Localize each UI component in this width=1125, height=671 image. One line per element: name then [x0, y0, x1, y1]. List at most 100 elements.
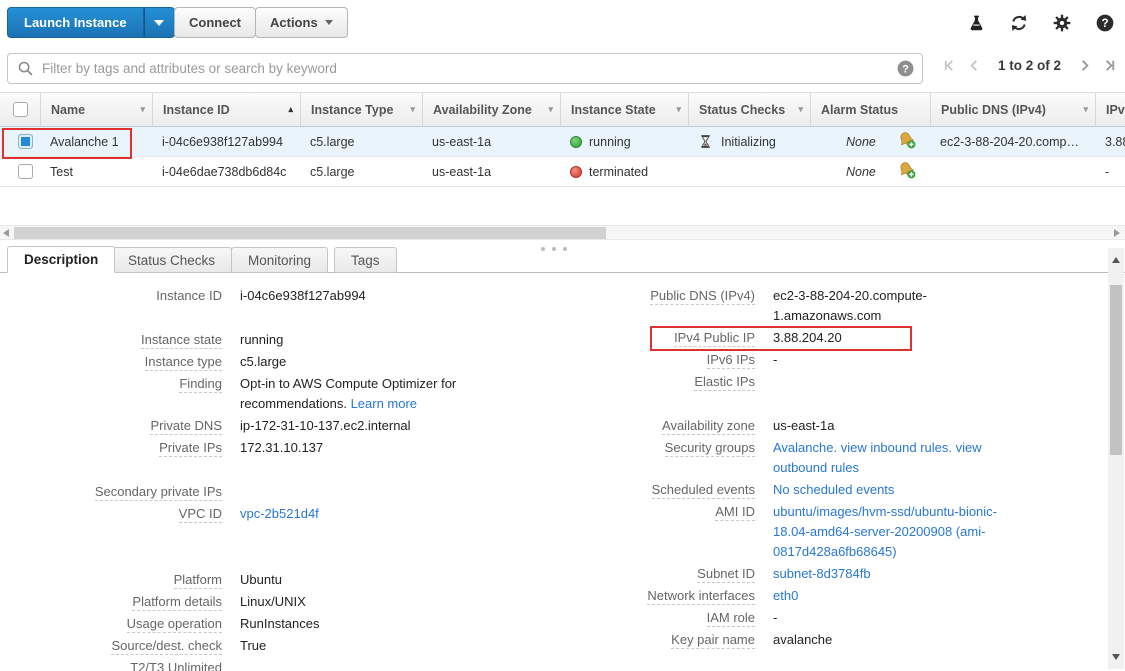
chevron-down-icon	[154, 20, 164, 26]
cell-instance-id: i-04c6e938f127ab994	[152, 127, 300, 156]
tab-description[interactable]: Description	[7, 246, 115, 273]
detail-row: Finding Opt-in to AWS Compute Optimizer …	[8, 374, 563, 414]
source-dest-check-value: True	[240, 636, 475, 656]
vertical-scrollbar-thumb[interactable]	[1110, 285, 1122, 455]
last-page-icon[interactable]	[1102, 58, 1117, 73]
column-header-instance-state[interactable]: Instance State ▾	[560, 93, 688, 126]
cell-ipv4-public-ip: -	[1095, 157, 1125, 186]
scroll-right-arrow-icon[interactable]	[1114, 229, 1120, 237]
launch-instance-button[interactable]: Launch Instance	[7, 7, 144, 38]
select-all-checkbox[interactable]	[13, 102, 28, 117]
detail-row: Private DNS ip-172-31-10-137.ec2.interna…	[8, 416, 563, 436]
cell-instance-type: c5.large	[300, 127, 422, 156]
detail-row: Instance type c5.large	[8, 352, 563, 372]
sort-caret-icon: ▾	[798, 104, 803, 115]
detail-row: Network interfaces eth0	[563, 586, 1108, 606]
detail-row: Private IPs 172.31.10.137	[8, 438, 563, 458]
cell-instance-state: terminated	[560, 157, 688, 186]
platform-details-value: Linux/UNIX	[240, 592, 475, 612]
refresh-icon[interactable]	[1009, 13, 1029, 33]
scroll-up-arrow-icon[interactable]	[1112, 257, 1120, 263]
prev-page-icon[interactable]	[967, 58, 982, 73]
table-row[interactable]: Test i-04e6dae738db6d84c c5.large us-eas…	[0, 157, 1125, 187]
create-alarm-bell-icon[interactable]	[898, 131, 916, 149]
column-header-instance-id[interactable]: Instance ID ▴	[152, 93, 300, 126]
sort-caret-icon: ▴	[288, 104, 293, 115]
availability-zone-value: us-east-1a	[773, 416, 1018, 436]
detail-row: Availability zone us-east-1a	[563, 416, 1108, 436]
next-page-icon[interactable]	[1077, 58, 1092, 73]
page-count: 1 to 2 of 2	[998, 58, 1061, 73]
create-alarm-bell-icon[interactable]	[898, 161, 916, 179]
detail-row: IAM role -	[563, 608, 1108, 628]
first-page-icon[interactable]	[942, 58, 957, 73]
scheduled-events-link[interactable]: No scheduled events	[773, 482, 894, 497]
sort-caret-icon: ▾	[140, 104, 145, 115]
column-header-availability-zone[interactable]: Availability Zone ▾	[422, 93, 560, 126]
instances-table: Name ▾ Instance ID ▴ Instance Type ▾ Ava…	[0, 92, 1125, 187]
detail-row: Elastic IPs	[563, 372, 1108, 392]
scroll-left-arrow-icon[interactable]	[3, 229, 9, 237]
cell-public-dns: ec2-3-88-204-20.comp…	[930, 127, 1095, 156]
panel-resize-handle[interactable]	[541, 247, 567, 251]
detail-row: AMI ID ubuntu/images/hvm-ssd/ubuntu-bion…	[563, 502, 1108, 562]
description-panel: Instance ID i-04c6e938f127ab994 Instance…	[0, 273, 1108, 671]
detail-row: Instance ID i-04c6e938f127ab994	[8, 286, 563, 306]
cell-instance-state: running	[560, 127, 688, 156]
detail-row: Security groups Avalanche. view inbound …	[563, 438, 1108, 478]
settings-gear-icon[interactable]	[1052, 13, 1072, 33]
security-groups-link[interactable]: Avalanche. view inbound rules. view outb…	[773, 440, 982, 475]
row-checkbox[interactable]	[18, 134, 33, 149]
actions-button[interactable]: Actions	[255, 7, 348, 38]
cell-ipv4-public-ip: 3.88.204.20	[1095, 127, 1125, 156]
horizontal-scrollbar[interactable]	[0, 225, 1125, 240]
connect-button[interactable]: Connect	[174, 7, 256, 38]
public-dns-value: ec2-3-88-204-20.compute-1.amazonaws.com	[773, 286, 1018, 326]
row-checkbox[interactable]	[18, 164, 33, 179]
filter-help-icon[interactable]: ?	[896, 59, 915, 78]
vertical-scrollbar[interactable]	[1108, 248, 1124, 669]
horizontal-scrollbar-thumb[interactable]	[14, 227, 606, 239]
scroll-down-arrow-icon[interactable]	[1112, 654, 1120, 660]
sort-caret-icon: ▾	[676, 104, 681, 115]
tab-tags[interactable]: Tags	[334, 247, 397, 273]
ipv6-ips-value: -	[773, 350, 1018, 370]
filter-input[interactable]	[42, 61, 896, 76]
details-left-column: Instance ID i-04c6e938f127ab994 Instance…	[8, 286, 563, 671]
column-header-status-checks[interactable]: Status Checks ▾	[688, 93, 810, 126]
search-box[interactable]: ?	[7, 53, 923, 84]
launch-instance-dropdown-button[interactable]	[144, 7, 175, 38]
learn-more-link[interactable]: Learn more	[351, 396, 417, 411]
detail-row: IPv4 Public IP 3.88.204.20	[563, 328, 1108, 348]
help-icon[interactable]: ?	[1095, 13, 1115, 33]
column-header-ipv4-public-ip[interactable]: IPv4 Public IP	[1095, 93, 1125, 126]
select-all-checkbox-cell	[0, 93, 40, 126]
tab-status-checks[interactable]: Status Checks	[111, 247, 232, 273]
finding-value: Opt-in to AWS Compute Optimizer for reco…	[240, 374, 475, 414]
secondary-private-ips-value	[240, 482, 475, 502]
tab-monitoring[interactable]: Monitoring	[231, 247, 328, 273]
cell-public-dns	[930, 157, 1095, 186]
detail-row: VPC ID vpc-2b521d4f	[8, 504, 563, 524]
network-interfaces-link[interactable]: eth0	[773, 588, 798, 603]
cell-availability-zone: us-east-1a	[422, 127, 560, 156]
cell-name: Avalanche 1	[40, 127, 152, 156]
instance-id-value: i-04c6e938f127ab994	[240, 286, 475, 306]
column-header-public-dns[interactable]: Public DNS (IPv4) ▾	[930, 93, 1095, 126]
experiments-flask-icon[interactable]	[967, 14, 986, 33]
vpc-id-link[interactable]: vpc-2b521d4f	[240, 506, 319, 521]
private-dns-value: ip-172-31-10-137.ec2.internal	[240, 416, 475, 436]
detail-row: Scheduled events No scheduled events	[563, 480, 1108, 500]
detail-row: Secondary private IPs	[8, 482, 563, 502]
ami-id-link[interactable]: ubuntu/images/hvm-ssd/ubuntu-bionic-18.0…	[773, 504, 997, 559]
table-row[interactable]: Avalanche 1 i-04c6e938f127ab994 c5.large…	[0, 127, 1125, 157]
detail-row: Platform Ubuntu	[8, 570, 563, 590]
column-header-name[interactable]: Name ▾	[40, 93, 152, 126]
column-header-alarm-status[interactable]: Alarm Status	[810, 93, 930, 126]
detail-row: Usage operation RunInstances	[8, 614, 563, 634]
detail-row: Instance state running	[8, 330, 563, 350]
platform-value: Ubuntu	[240, 570, 475, 590]
key-pair-name-value: avalanche	[773, 630, 1018, 650]
subnet-id-link[interactable]: subnet-8d3784fb	[773, 566, 871, 581]
column-header-instance-type[interactable]: Instance Type ▾	[300, 93, 422, 126]
